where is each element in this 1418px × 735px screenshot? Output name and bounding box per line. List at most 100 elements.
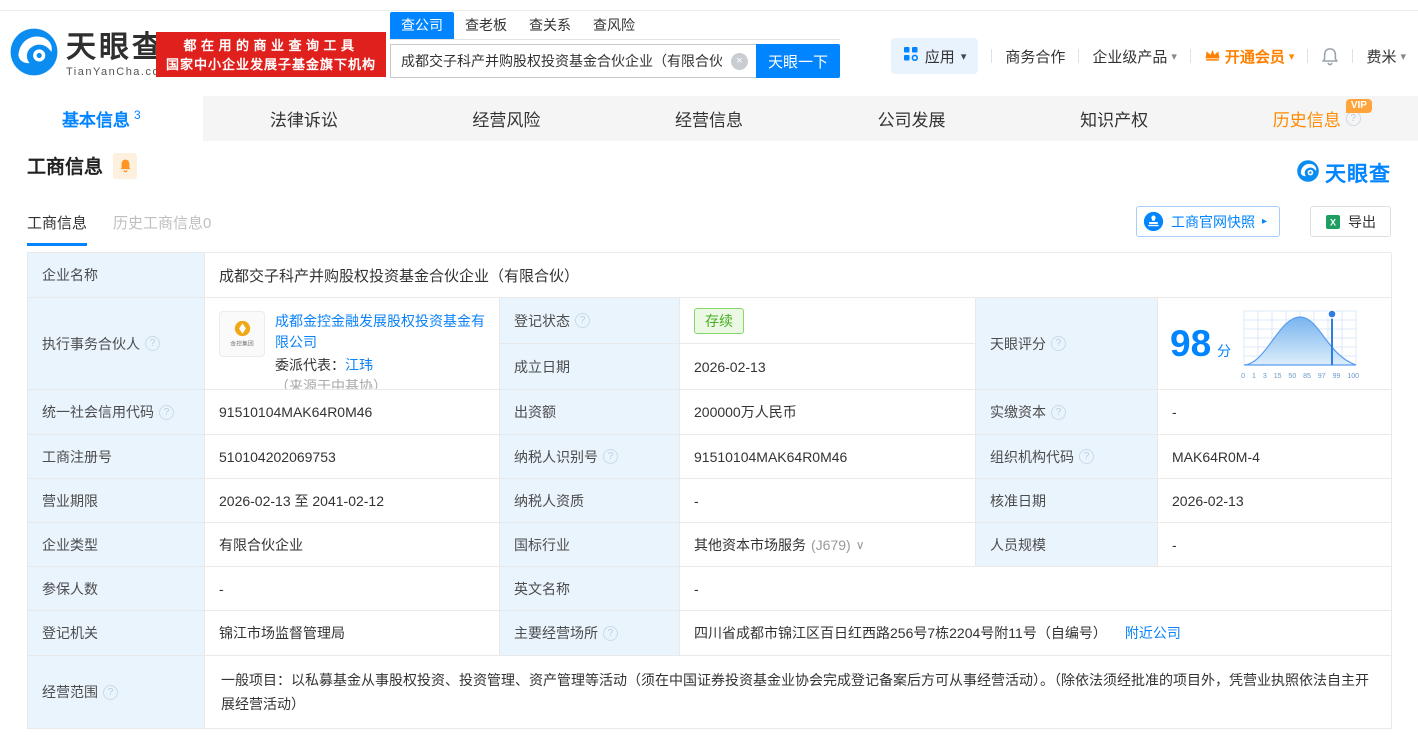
tab-company-development[interactable]: 公司发展 <box>810 96 1013 141</box>
org-code-label: 组织机构代码 ? <box>976 435 1158 479</box>
company-nav-tabs: 基本信息 3 法律诉讼 经营风险 经营信息 公司发展 知识产权 VIP 历史信息… <box>0 96 1418 141</box>
help-icon[interactable]: ? <box>103 684 118 700</box>
establish-date-label: 成立日期 <box>500 344 680 390</box>
arrow-right-icon: ▸ <box>1261 216 1267 227</box>
partner-company-logo[interactable]: 金控集团 <box>219 311 265 357</box>
tab-operation-risk[interactable]: 经营风险 <box>405 96 608 141</box>
search-tab-risk[interactable]: 查风险 <box>582 12 646 39</box>
industry-value[interactable]: 其他资本市场服务 (J679) ∨ <box>680 523 976 567</box>
tab-legal-litigation[interactable]: 法律诉讼 <box>203 96 406 141</box>
top-divider <box>0 0 1418 11</box>
credit-code-label: 统一社会信用代码 ? <box>28 390 205 435</box>
subtab-history-business-info[interactable]: 历史工商信息0 <box>113 212 211 246</box>
tab-count: 3 <box>133 107 141 122</box>
rep-source: （来源于中基协） <box>275 378 387 390</box>
status-badge: 存续 <box>694 307 744 334</box>
help-icon[interactable]: ? <box>1345 111 1361 126</box>
rep-label: 委派代表： <box>275 357 345 373</box>
help-icon[interactable]: ? <box>603 625 618 641</box>
apps-label: 应用 <box>924 48 955 66</box>
subtab-row: 工商信息 历史工商信息0 工商官网快照 ▸ X 导出 <box>27 206 1391 246</box>
industry-label: 国标行业 <box>500 523 680 567</box>
approval-date-value: 2026-02-13 <box>1158 479 1392 523</box>
paid-capital-value: - <box>1158 390 1392 435</box>
enterprise-label: 企业级产品 <box>1092 48 1168 66</box>
help-icon[interactable]: ? <box>1079 449 1094 464</box>
notification-bell-icon[interactable] <box>1321 47 1339 66</box>
vip-upgrade-menu[interactable]: 开通会员 ▾ <box>1204 46 1295 67</box>
insured-count-value: - <box>205 567 500 611</box>
industry-code: (J679) <box>811 536 851 553</box>
taxpayer-quality-label: 纳税人资质 <box>500 479 680 523</box>
company-name-label: 企业名称 <box>28 253 205 298</box>
company-type-value: 有限合伙企业 <box>205 523 500 567</box>
english-name-value: - <box>680 567 1392 611</box>
reg-number-value: 510104202069753 <box>205 435 500 479</box>
vip-badge: VIP <box>1345 99 1372 113</box>
chevron-down-icon[interactable]: ∨ <box>856 538 865 552</box>
username: 费米 <box>1366 48 1397 66</box>
help-icon[interactable]: ? <box>1051 404 1066 420</box>
help-icon[interactable]: ? <box>159 404 174 420</box>
business-scope-value: 一般项目：以私募基金从事股权投资、投资管理、资产管理等活动（须在中国证券投资基金… <box>205 656 1392 729</box>
apps-grid-icon <box>903 46 919 66</box>
reg-authority-value: 锦江市场监督管理局 <box>205 611 500 656</box>
staff-size-label: 人员规模 <box>976 523 1158 567</box>
monitor-bell-icon[interactable] <box>113 152 138 179</box>
slogan-banner: 都在用的商业查询工具 国家中小企业发展子基金旗下机构 <box>156 32 386 77</box>
help-icon[interactable]: ? <box>1051 336 1066 351</box>
apps-menu[interactable]: 应用 ▾ <box>890 38 979 74</box>
reg-status-value: 存续 <box>680 298 976 344</box>
taxpayer-id-value: 91510104MAK64R0M46 <box>680 435 976 479</box>
nearby-companies-link[interactable]: 附近公司 <box>1125 623 1181 643</box>
tab-intellectual-property[interactable]: 知识产权 <box>1013 96 1216 141</box>
clear-search-icon[interactable]: × <box>731 53 748 70</box>
taxpayer-quality-value: - <box>680 479 976 523</box>
subtab-business-info[interactable]: 工商信息 <box>27 212 88 246</box>
header-menu: 应用 ▾ 商务合作 企业级产品 ▾ 开通会员 ▾ 费米 ▾ <box>890 38 1406 74</box>
excel-icon: X <box>1325 214 1341 230</box>
official-snapshot-button[interactable]: 工商官网快照 ▸ <box>1135 206 1280 237</box>
caret-down-icon: ▾ <box>960 50 967 63</box>
business-term-label: 营业期限 <box>28 479 205 523</box>
insured-count-label: 参保人数 <box>28 567 205 611</box>
search-input[interactable] <box>391 45 756 77</box>
tianyancha-watermark: 天眼查 <box>1296 158 1391 188</box>
stamp-icon <box>1143 211 1164 232</box>
tab-history-info[interactable]: VIP 历史信息 ? <box>1215 96 1418 141</box>
rep-name-link[interactable]: 江玮 <box>345 357 373 373</box>
search-tab-boss[interactable]: 查老板 <box>454 12 518 39</box>
help-icon[interactable]: ? <box>145 336 160 351</box>
tab-operation-info[interactable]: 经营信息 <box>608 96 811 141</box>
search-tab-company[interactable]: 查公司 <box>390 12 454 39</box>
staff-size-value: - <box>1158 523 1392 567</box>
tianyan-score-value[interactable]: 98 分 0 1 3 15 50 85 97 99 100 <box>1158 298 1392 390</box>
tianyan-score-label: 天眼评分 ? <box>976 298 1158 390</box>
crown-icon <box>1204 47 1221 66</box>
section-title: 工商信息 <box>27 157 104 178</box>
enterprise-menu[interactable]: 企业级产品 ▾ <box>1092 46 1177 67</box>
caret-down-icon: ▾ <box>1400 50 1406 63</box>
contribution-label: 出资额 <box>500 390 680 435</box>
site-logo[interactable]: 天眼查 TianYanCha.com <box>8 26 171 83</box>
partner-company-link[interactable]: 成都金控金融发展股权投资基金有限公司 <box>275 313 485 350</box>
org-code-value: MAK64R0M-4 <box>1158 435 1392 479</box>
user-menu[interactable]: 费米 ▾ <box>1366 46 1406 67</box>
caret-down-icon: ▾ <box>1288 50 1295 63</box>
help-icon[interactable]: ? <box>575 313 590 328</box>
business-info-table: 企业名称 成都交子科产并购股权投资基金合伙企业（有限合伙） 执行事务合伙人 ? … <box>27 252 1392 729</box>
reg-status-label: 登记状态 ? <box>500 298 680 344</box>
tianyancha-eye-icon <box>8 26 60 83</box>
cooperation-link[interactable]: 商务合作 <box>1005 46 1065 67</box>
site-header: 天眼查 TianYanCha.com 都在用的商业查询工具 国家中小企业发展子基… <box>0 11 1418 91</box>
executive-partner-label: 执行事务合伙人 ? <box>28 298 205 390</box>
search-tab-relation[interactable]: 查关系 <box>518 12 582 39</box>
credit-code-value: 91510104MAK64R0M46 <box>205 390 500 435</box>
export-button[interactable]: X 导出 <box>1310 206 1391 237</box>
approval-date-label: 核准日期 <box>976 479 1158 523</box>
help-icon[interactable]: ? <box>603 449 618 464</box>
menu-separator <box>991 49 993 63</box>
tab-basic-info[interactable]: 基本信息 3 <box>0 96 203 141</box>
reg-authority-label: 登记机关 <box>28 611 205 656</box>
search-button[interactable]: 天眼一下 <box>756 44 840 78</box>
